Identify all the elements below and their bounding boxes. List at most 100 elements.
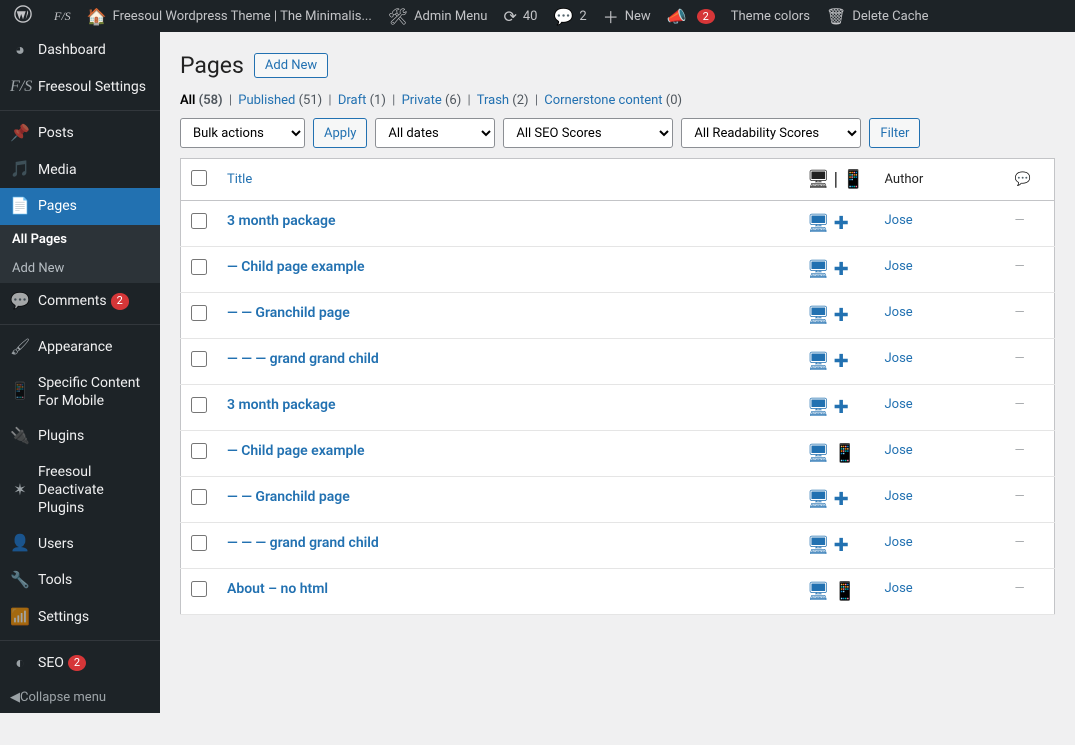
bulk-actions-select[interactable]: Bulk actions <box>180 118 305 148</box>
menu-seo[interactable]: ◐SEO2 <box>0 645 160 682</box>
page-title-link[interactable]: — — — grand grand child <box>227 535 379 551</box>
trash-icon: 🗑 <box>826 7 846 26</box>
admin-menu-label: Admin Menu <box>414 9 487 24</box>
page-title-link[interactable]: — — — grand grand child <box>227 351 379 367</box>
plus-icon: ✚ <box>834 397 849 418</box>
seo-filter-select[interactable]: All SEO Scores <box>503 118 673 148</box>
site-name-link[interactable]: 🏠Freesoul Wordpress Theme | The Minimali… <box>79 0 380 32</box>
mobile-icon: 📱 <box>842 169 864 190</box>
dates-filter-select[interactable]: All dates <box>375 118 495 148</box>
view-cornerstone[interactable]: Cornerstone content <box>544 93 662 108</box>
row-checkbox[interactable] <box>191 443 207 459</box>
desktop-icon: 🖥 <box>807 305 830 326</box>
comments-link[interactable]: 💬2 <box>545 0 594 32</box>
device-icons[interactable]: 🖥✚ <box>807 213 865 234</box>
row-checkbox[interactable] <box>191 489 207 505</box>
new-label: New <box>625 9 651 24</box>
menu-plugins-label: Plugins <box>38 427 84 445</box>
table-row: 3 month package🖥✚Jose— <box>181 385 1055 431</box>
submenu-all-pages[interactable]: All Pages <box>0 225 160 254</box>
row-checkbox[interactable] <box>191 397 207 413</box>
submenu-add-new[interactable]: Add New <box>0 254 160 283</box>
fs-logo-bar[interactable]: F/S <box>46 0 79 32</box>
no-comments: — <box>1015 351 1025 366</box>
menu-users[interactable]: 👤Users <box>0 525 160 562</box>
author-link[interactable]: Jose <box>885 489 913 504</box>
menu-pages[interactable]: 📄Pages <box>0 188 160 225</box>
column-comments[interactable]: 💬 <box>1005 159 1055 201</box>
page-title-link[interactable]: 3 month package <box>227 397 335 413</box>
menu-dashboard[interactable]: ◕Dashboard <box>0 32 160 69</box>
collapse-menu[interactable]: ◀Collapse menu <box>0 682 160 713</box>
menu-seo-label: SEO <box>38 654 64 672</box>
author-link[interactable]: Jose <box>885 213 913 228</box>
collapse-icon: ◀ <box>10 690 20 705</box>
menu-freesoul-settings[interactable]: F/SFreesoul Settings <box>0 69 160 106</box>
wordpress-icon <box>14 5 32 27</box>
device-icons[interactable]: 🖥✚ <box>807 305 865 326</box>
row-checkbox[interactable] <box>191 581 207 597</box>
column-author[interactable]: Author <box>875 159 1005 201</box>
theme-colors-link[interactable]: Theme colors <box>723 0 818 32</box>
device-icons[interactable]: 🖥✚ <box>807 351 865 372</box>
menu-tools-label: Tools <box>38 571 72 589</box>
page-title-link[interactable]: — Child page example <box>227 259 365 275</box>
view-all[interactable]: All (58) <box>180 93 223 108</box>
admin-sidebar: ◕Dashboard F/SFreesoul Settings 📌Posts 🎵… <box>0 32 160 713</box>
menu-appearance[interactable]: 🖌Appearance <box>0 329 160 366</box>
view-trash[interactable]: Trash (2) <box>477 93 529 108</box>
delete-cache-link[interactable]: 🗑Delete Cache <box>818 0 937 32</box>
menu-plugins[interactable]: 🔌Plugins <box>0 418 160 455</box>
updates-link[interactable]: ⟳40 <box>495 0 545 32</box>
readability-filter-select[interactable]: All Readability Scores <box>681 118 861 148</box>
column-title[interactable]: Title <box>217 159 797 201</box>
filter-button[interactable]: Filter <box>869 118 920 148</box>
page-title-link[interactable]: — Child page example <box>227 443 365 459</box>
menu-media[interactable]: 🎵Media <box>0 151 160 188</box>
notices-link[interactable]: 📣2 <box>659 0 723 32</box>
admin-menu-link[interactable]: 🛠Admin Menu <box>380 0 496 32</box>
page-title-link[interactable]: — — Granchild page <box>227 305 350 321</box>
view-published[interactable]: Published (51) <box>238 93 322 108</box>
wp-logo[interactable] <box>6 0 46 32</box>
row-checkbox[interactable] <box>191 305 207 321</box>
author-link[interactable]: Jose <box>885 535 913 550</box>
page-title-link[interactable]: 3 month package <box>227 213 335 229</box>
select-all-checkbox[interactable] <box>191 170 207 186</box>
author-link[interactable]: Jose <box>885 305 913 320</box>
device-icons[interactable]: 🖥✚ <box>807 489 865 510</box>
device-icons[interactable]: 🖥📱 <box>807 443 865 464</box>
menu-settings[interactable]: 📶Settings <box>0 599 160 636</box>
author-link[interactable]: Jose <box>885 397 913 412</box>
author-link[interactable]: Jose <box>885 259 913 274</box>
table-row: — — Granchild page🖥✚Jose— <box>181 477 1055 523</box>
device-icons[interactable]: 🖥✚ <box>807 397 865 418</box>
author-link[interactable]: Jose <box>885 351 913 366</box>
device-icons[interactable]: 🖥✚ <box>807 259 865 280</box>
row-checkbox[interactable] <box>191 351 207 367</box>
apply-button[interactable]: Apply <box>313 118 367 148</box>
page-title-link[interactable]: — — Granchild page <box>227 489 350 505</box>
mobile-icon: 📱 <box>10 381 30 402</box>
row-checkbox[interactable] <box>191 213 207 229</box>
menu-separator <box>0 324 160 325</box>
row-checkbox[interactable] <box>191 259 207 275</box>
author-link[interactable]: Jose <box>885 443 913 458</box>
device-icons[interactable]: 🖥✚ <box>807 535 865 556</box>
menu-comments[interactable]: 💬Comments2 <box>0 283 160 320</box>
new-link[interactable]: ＋New <box>595 0 659 32</box>
device-icons[interactable]: 🖥📱 <box>807 581 865 602</box>
menu-posts[interactable]: 📌Posts <box>0 115 160 152</box>
row-checkbox[interactable] <box>191 535 207 551</box>
author-link[interactable]: Jose <box>885 581 913 596</box>
menu-specific-content[interactable]: 📱Specific Content For Mobile <box>0 366 160 418</box>
add-new-button[interactable]: Add New <box>254 53 328 78</box>
menu-freesoul-deactivate[interactable]: ✶Freesoul Deactivate Plugins <box>0 455 160 526</box>
view-private[interactable]: Private (6) <box>402 93 462 108</box>
menu-tools[interactable]: 🔧Tools <box>0 562 160 599</box>
pin-icon: 📌 <box>10 123 30 144</box>
desktop-icon: 🖥 <box>807 397 830 418</box>
view-draft[interactable]: Draft (1) <box>338 93 386 108</box>
page-title-link[interactable]: About – no html <box>227 581 328 597</box>
pages-submenu: All Pages Add New <box>0 225 160 283</box>
